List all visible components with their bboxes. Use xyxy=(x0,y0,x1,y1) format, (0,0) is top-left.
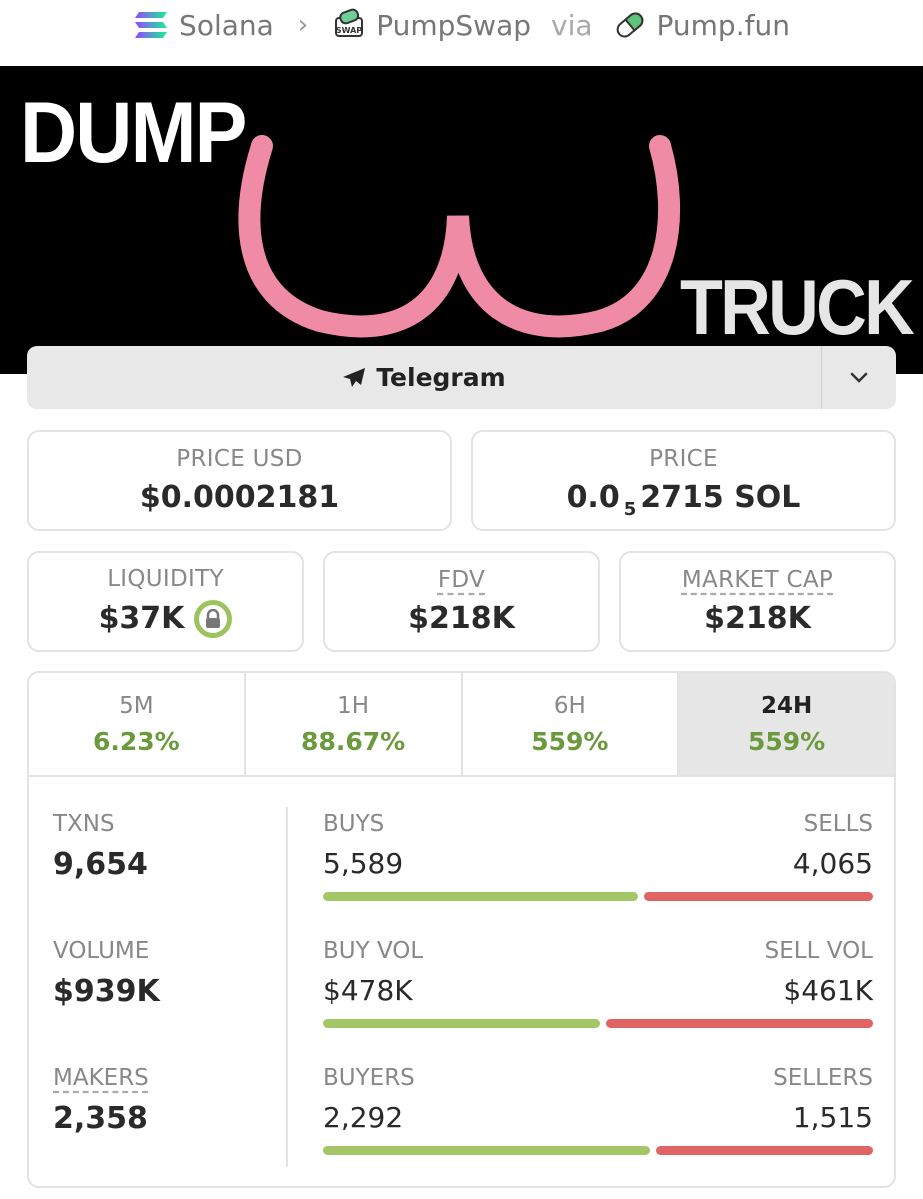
breadcrumb-dex[interactable]: PumpSwap xyxy=(376,9,531,42)
swap-badge-text: SWAP xyxy=(336,26,362,35)
tab-change: 6.23% xyxy=(93,726,180,756)
tab-6h[interactable]: 6H 559% xyxy=(463,673,680,775)
buy-bar xyxy=(323,1019,600,1028)
tab-label: 6H xyxy=(553,692,586,719)
buys-value: 5,589 xyxy=(323,847,404,880)
volume-label: VOLUME xyxy=(53,938,150,964)
buy-sell-ratio-bar xyxy=(323,892,873,901)
sell-bar xyxy=(644,892,873,901)
makers-value: 2,358 xyxy=(53,1101,148,1136)
more-links-button[interactable] xyxy=(822,346,896,409)
price-sol-value: 0.0 5 2715 SOL xyxy=(566,480,801,520)
liquidity-value-row: $37K xyxy=(98,599,233,638)
txns-label: TXNS xyxy=(53,811,115,837)
sells-value: 4,065 xyxy=(792,847,873,880)
tab-1h[interactable]: 1H 88.67% xyxy=(246,673,463,775)
tab-5m[interactable]: 5M 6.23% xyxy=(29,673,246,775)
sell-bar xyxy=(656,1146,873,1155)
buy-bar xyxy=(323,1146,650,1155)
makers-label[interactable]: MAKERS xyxy=(53,1065,149,1091)
liquidity-card: LIQUIDITY $37K xyxy=(27,551,304,652)
sell-vol-value: $461K xyxy=(783,974,873,1007)
market-cap-label[interactable]: MARKET CAP xyxy=(682,567,833,593)
fdv-value: $218K xyxy=(408,601,515,636)
solana-icon xyxy=(135,12,168,38)
divider xyxy=(286,807,288,1167)
txns-body: TXNS 9,654 VOLUME $939K MAKERS 2,358 BUY… xyxy=(29,777,894,1186)
sellers-value: 1,515 xyxy=(792,1101,873,1134)
market-cap-card: MARKET CAP $218K xyxy=(619,551,896,652)
breadcrumb-launchpad[interactable]: Pump.fun xyxy=(657,9,790,42)
tab-change: 559% xyxy=(748,726,826,756)
sells-label: SELLS xyxy=(803,811,873,837)
buy-vol-label: BUY VOL xyxy=(323,938,424,964)
buys-sells-row: BUYS SELLS 5,589 4,065 xyxy=(323,811,873,901)
price-sol-zero-count: 5 xyxy=(623,499,637,520)
banner-bottom-text: TRUCK xyxy=(680,263,915,351)
price-sol-rest: 2715 SOL xyxy=(640,480,801,515)
buyers-ratio-bar xyxy=(323,1146,873,1155)
price-usd-label: PRICE USD xyxy=(176,446,303,472)
trading-stats-panel: 5M 6.23% 1H 88.67% 6H 559% 24H 559% TXNS… xyxy=(27,671,896,1188)
price-sol-prefix: 0.0 xyxy=(566,480,620,515)
volume-stat: VOLUME $939K xyxy=(53,938,160,1009)
volume-split-row: BUY VOL SELL VOL $478K $461K xyxy=(323,938,873,1028)
breadcrumb-chain[interactable]: Solana xyxy=(179,9,274,42)
volume-ratio-bar xyxy=(323,1019,873,1028)
banner-top-text: DUMP xyxy=(20,85,247,181)
buyers-label: BUYERS xyxy=(323,1065,415,1091)
makers-stat: MAKERS 2,358 xyxy=(53,1065,149,1136)
price-usd-card: PRICE USD $0.0002181 xyxy=(27,430,452,531)
fdv-label[interactable]: FDV xyxy=(438,567,485,593)
timeframe-tabs: 5M 6.23% 1H 88.67% 6H 559% 24H 559% xyxy=(29,673,894,777)
tab-change: 559% xyxy=(531,726,609,756)
price-sol-card: PRICE 0.0 5 2715 SOL xyxy=(471,430,896,531)
txns-stat: TXNS 9,654 xyxy=(53,811,148,882)
sell-bar xyxy=(606,1019,873,1028)
market-cap-value: $218K xyxy=(704,601,811,636)
totals-column: TXNS 9,654 VOLUME $939K MAKERS 2,358 xyxy=(29,777,287,1186)
sellers-label: SELLERS xyxy=(773,1065,873,1091)
tab-label: 24H xyxy=(760,692,813,719)
buys-label: BUYS xyxy=(323,811,385,837)
liquidity-label: LIQUIDITY xyxy=(107,565,224,592)
buyers-sellers-row: BUYERS SELLERS 2,292 1,515 xyxy=(323,1065,873,1155)
send-icon xyxy=(343,367,366,387)
token-banner-image: DUMP TRUCK xyxy=(0,66,923,374)
breadcrumb: Solana › SWAP PumpSwap via Pump.fun xyxy=(0,0,923,50)
volume-value: $939K xyxy=(53,974,160,1009)
tab-label: 5M xyxy=(119,692,154,719)
tab-24h[interactable]: 24H 559% xyxy=(679,673,894,775)
fdv-card: FDV $218K xyxy=(323,551,600,652)
breadcrumb-via: via xyxy=(551,8,593,42)
tab-label: 1H xyxy=(337,692,370,719)
liquidity-value: $37K xyxy=(98,601,185,636)
pumpswap-icon: SWAP xyxy=(335,8,364,37)
social-links-bar: Telegram xyxy=(27,346,896,409)
buy-bar xyxy=(323,892,638,901)
buyers-value: 2,292 xyxy=(323,1101,404,1134)
buy-vol-value: $478K xyxy=(323,974,413,1007)
lock-icon[interactable] xyxy=(194,599,233,638)
price-usd-value: $0.0002181 xyxy=(139,480,340,515)
tab-change: 88.67% xyxy=(301,726,406,756)
chevron-right-icon: › xyxy=(297,10,309,40)
telegram-label: Telegram xyxy=(376,363,506,392)
price-sol-label: PRICE xyxy=(649,446,718,472)
pumpfun-icon xyxy=(616,12,643,38)
txns-value: 9,654 xyxy=(53,847,148,882)
sell-vol-label: SELL VOL xyxy=(764,938,873,964)
telegram-button[interactable]: Telegram xyxy=(27,346,821,409)
chevron-down-icon xyxy=(850,372,868,383)
